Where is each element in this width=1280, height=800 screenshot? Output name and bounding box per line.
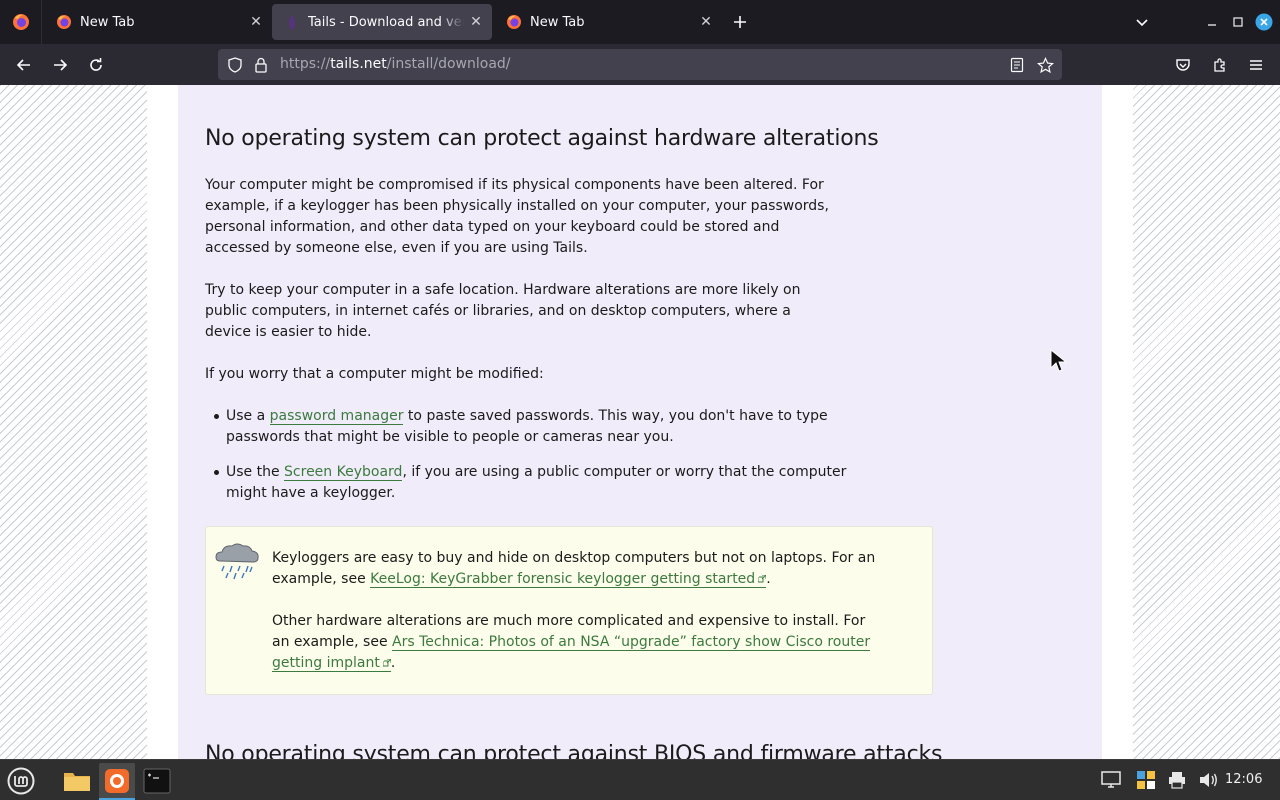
reload-icon [90, 58, 102, 71]
tab-title: New Tab [530, 14, 585, 30]
minimize-button[interactable] [1200, 10, 1224, 34]
taskbar: 12:06 [0, 759, 1280, 800]
app-menu-button[interactable] [1241, 50, 1271, 80]
update-manager-icon[interactable] [1136, 770, 1156, 790]
list-item: Use the Screen Keyboard, if you are usin… [205, 462, 875, 504]
firefox-icon [12, 14, 29, 30]
pocket-icon [1176, 59, 1190, 71]
firefox-taskbar-button[interactable] [99, 763, 135, 800]
new-tab-button[interactable] [726, 8, 754, 36]
hamburger-menu-icon [1250, 60, 1262, 70]
password-manager-link[interactable]: password manager [269, 408, 404, 425]
keelog-link[interactable]: KeeLog: KeyGrabber forensic keylogger ge… [370, 571, 767, 588]
close-tab-icon[interactable]: ✕ [694, 10, 718, 34]
plus-icon [734, 16, 746, 28]
tails-icon [288, 15, 296, 29]
rain-cloud-icon [215, 543, 259, 580]
pocket-button[interactable] [1168, 50, 1198, 80]
close-tab-icon[interactable]: ✕ [244, 10, 268, 34]
paragraph: Your computer might be compromised if it… [205, 177, 829, 256]
url-text[interactable]: https://tails.net/install/download/ [280, 56, 511, 72]
shield-icon[interactable] [226, 56, 244, 74]
terminal-button[interactable] [139, 763, 175, 799]
menu-icon [7, 767, 35, 795]
lock-icon[interactable] [252, 56, 270, 74]
back-button[interactable] [9, 50, 39, 80]
chevron-down-icon [1136, 19, 1148, 27]
files-button[interactable] [59, 763, 95, 799]
next-section-heading: No operating system can protect against … [205, 742, 943, 759]
paragraph: If you worry that a computer might be mo… [205, 366, 544, 382]
screen-keyboard-link[interactable]: Screen Keyboard [284, 464, 403, 481]
files-icon [64, 773, 90, 791]
clock[interactable]: 12:06 [1225, 772, 1262, 787]
maximize-button[interactable] [1226, 10, 1250, 34]
close-window-button[interactable] [1252, 10, 1276, 34]
tab-new-tab-1[interactable]: New Tab ✕ [44, 4, 272, 40]
firefox-icon [57, 15, 71, 29]
volume-icon[interactable] [1198, 770, 1218, 790]
reload-button[interactable] [81, 50, 111, 80]
paragraph: Try to keep your computer in a safe loca… [205, 282, 801, 340]
firefox-view-button[interactable] [0, 0, 42, 44]
close-icon [1255, 13, 1273, 31]
mouse-pointer-icon [1050, 349, 1068, 372]
tab-title: New Tab [80, 14, 135, 30]
section-heading: No operating system can protect against … [205, 126, 879, 151]
note-paragraph: Keyloggers are easy to buy and hide on d… [272, 550, 876, 588]
terminal-icon [143, 768, 171, 794]
bookmark-star-icon[interactable] [1036, 56, 1054, 74]
firefox-icon [507, 15, 521, 29]
note-paragraph: Other hardware alterations are much more… [272, 613, 871, 672]
printer-icon[interactable] [1167, 770, 1187, 790]
external-link-icon [758, 575, 767, 583]
list-item: Use a password manager to paste saved pa… [205, 406, 875, 448]
list-all-tabs-button[interactable] [1128, 8, 1156, 36]
close-tab-icon[interactable]: ✕ [464, 10, 488, 34]
start-menu-button[interactable] [3, 763, 39, 799]
page-viewport[interactable]: No operating system can protect against … [0, 85, 1280, 759]
note-box: Keyloggers are easy to buy and hide on d… [205, 526, 933, 695]
external-link-icon [382, 659, 391, 667]
maximize-icon [1233, 17, 1243, 27]
forward-button[interactable] [45, 50, 75, 80]
tab-new-tab-2[interactable]: New Tab ✕ [494, 4, 722, 40]
tab-bar: New Tab ✕ Tails - Download and verify ✕ … [0, 0, 1280, 44]
extensions-button[interactable] [1205, 50, 1235, 80]
puzzle-icon [1214, 58, 1225, 72]
minimize-icon [1208, 24, 1216, 26]
firefox-icon [105, 769, 129, 793]
address-bar[interactable]: https://tails.net/install/download/ [218, 49, 1062, 80]
tab-title: Tails - Download and verify [308, 14, 464, 30]
display-tray-icon[interactable] [1101, 770, 1121, 790]
reader-view-icon[interactable] [1008, 56, 1026, 74]
advice-list: Use a password manager to paste saved pa… [205, 406, 875, 518]
arrow-left-icon [16, 59, 30, 71]
arrow-right-icon [54, 59, 68, 71]
navigation-toolbar: https://tails.net/install/download/ [0, 44, 1280, 85]
tab-tails-download[interactable]: Tails - Download and verify ✕ [272, 4, 492, 40]
